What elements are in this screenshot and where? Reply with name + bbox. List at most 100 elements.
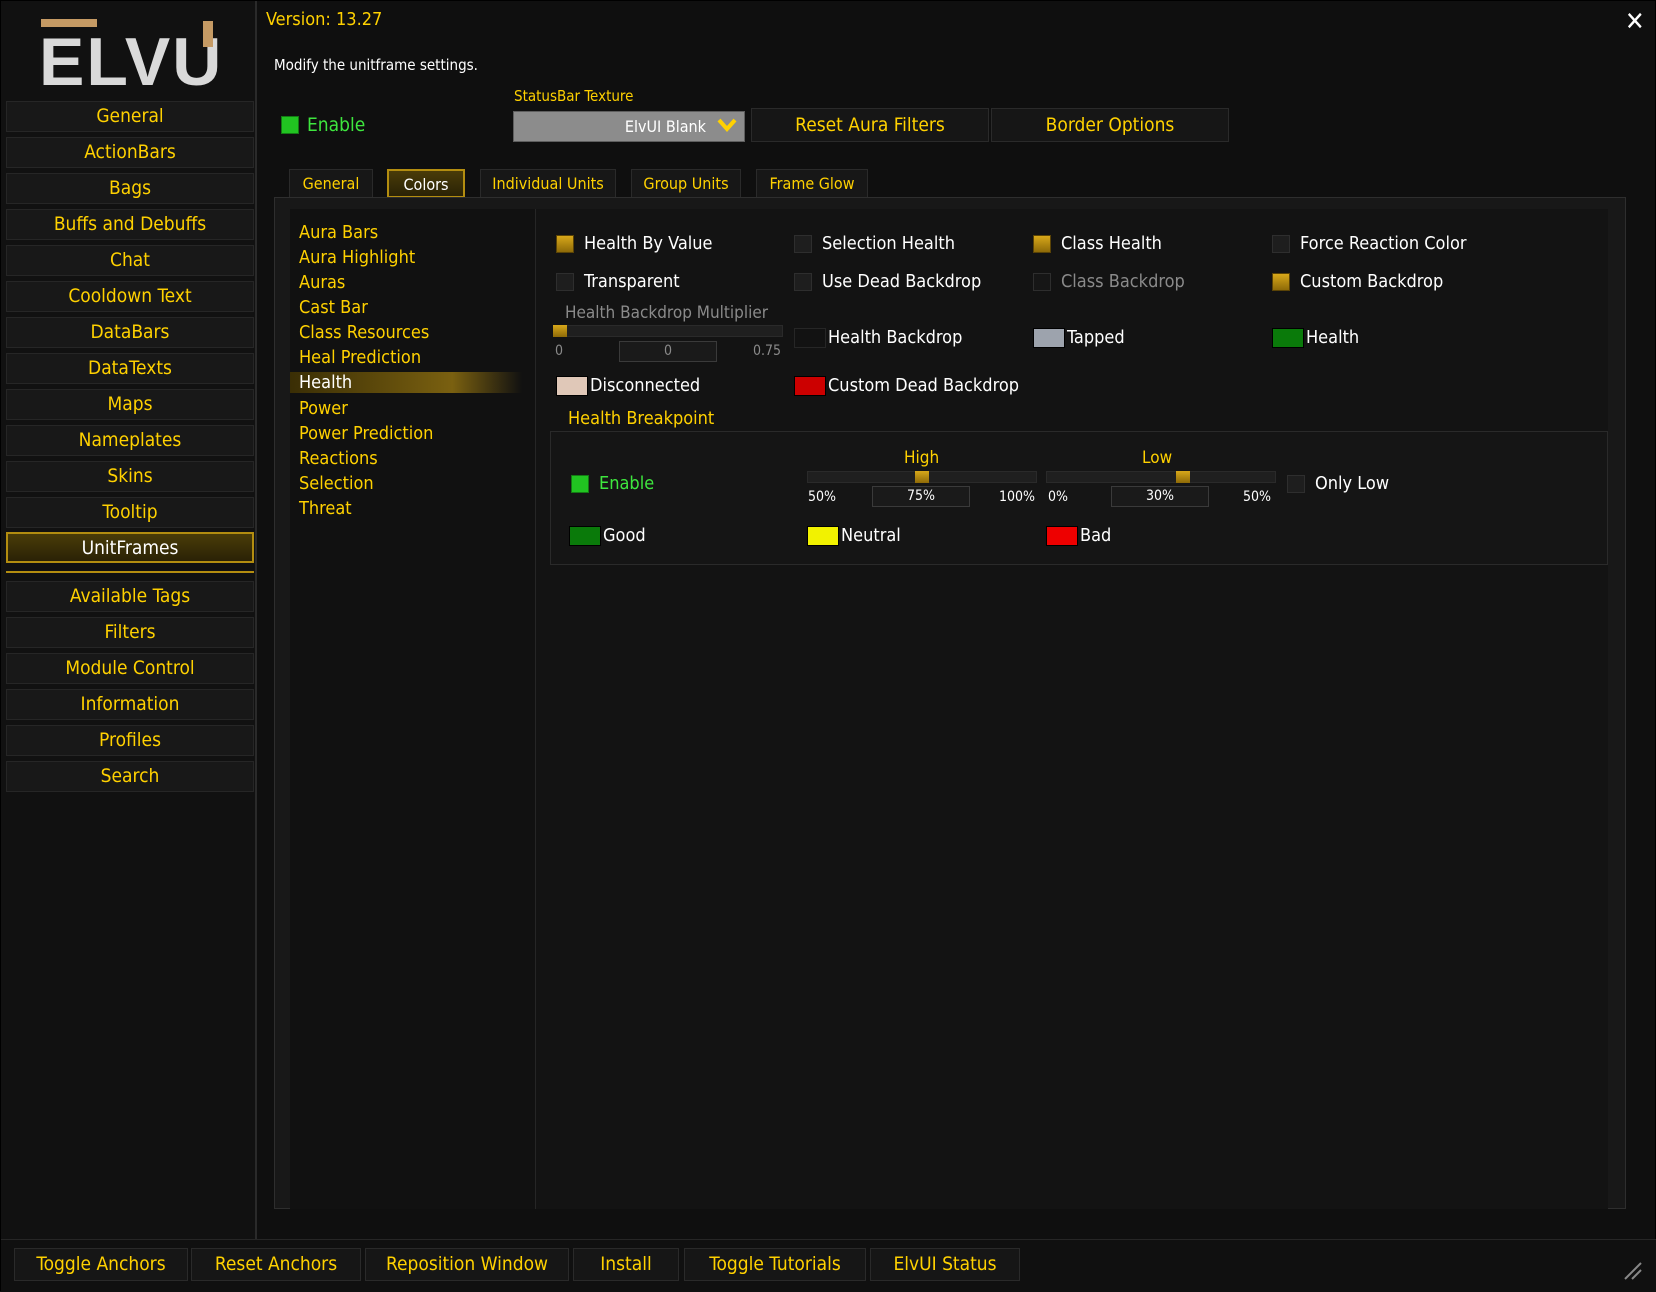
close-icon[interactable]: ✕	[1625, 7, 1645, 37]
breakpoint-enable-toggle[interactable]: Enable	[571, 473, 654, 494]
color-swatch[interactable]	[807, 525, 839, 546]
nav-bags[interactable]: Bags	[6, 173, 254, 204]
nav-unitframes[interactable]: UnitFrames	[6, 532, 254, 563]
transparent-toggle[interactable]: Transparent	[556, 271, 680, 292]
color-swatch[interactable]	[794, 327, 826, 348]
reposition-window-button[interactable]: Reposition Window	[365, 1248, 569, 1281]
subnav-aura-bars[interactable]: Aura Bars	[299, 222, 378, 243]
checkbox[interactable]	[1272, 234, 1290, 253]
checkbox[interactable]	[794, 234, 812, 253]
class-health-toggle[interactable]: Class Health	[1033, 233, 1162, 254]
health-color[interactable]: Health	[1272, 327, 1359, 348]
color-swatch[interactable]	[556, 375, 588, 396]
high-slider-value[interactable]: 75%	[872, 486, 970, 507]
color-swatch[interactable]	[794, 375, 826, 396]
resize-grip-icon[interactable]	[1621, 1259, 1643, 1281]
nav-profiles[interactable]: Profiles	[6, 725, 254, 756]
nav-nameplates[interactable]: Nameplates	[6, 425, 254, 456]
nav-module-control[interactable]: Module Control	[6, 653, 254, 684]
elvui-status-button[interactable]: ElvUI Status	[870, 1248, 1020, 1281]
color-swatch[interactable]	[1272, 327, 1304, 348]
tab-group-units[interactable]: Group Units	[631, 169, 741, 198]
nav-chat[interactable]: Chat	[6, 245, 254, 276]
tab-frame-glow[interactable]: Frame Glow	[756, 169, 868, 198]
custom-backdrop-toggle[interactable]: Custom Backdrop	[1272, 271, 1443, 292]
page-description: Modify the unitframe settings.	[274, 56, 478, 74]
reset-anchors-button[interactable]: Reset Anchors	[191, 1248, 361, 1281]
nav-information[interactable]: Information	[6, 689, 254, 720]
checkbox[interactable]	[1033, 234, 1051, 253]
high-slider-min: 50%	[808, 489, 836, 505]
toggle-anchors-button[interactable]: Toggle Anchors	[14, 1248, 188, 1281]
nav-datatexts[interactable]: DataTexts	[6, 353, 254, 384]
multiplier-slider-track	[553, 325, 783, 337]
nav-filters[interactable]: Filters	[6, 617, 254, 648]
statusbar-texture-value: ElvUI Blank	[624, 117, 706, 136]
color-swatch[interactable]	[1046, 525, 1078, 546]
low-slider-thumb[interactable]	[1175, 471, 1190, 483]
health-backdrop-multiplier-label: Health Backdrop Multiplier	[565, 303, 769, 323]
tab-individual-units[interactable]: Individual Units	[480, 169, 616, 198]
checkbox[interactable]	[556, 234, 574, 253]
subnav-power-prediction[interactable]: Power Prediction	[299, 423, 433, 444]
low-slider-label: Low	[1142, 448, 1173, 468]
toggle-tutorials-button[interactable]: Toggle Tutorials	[684, 1248, 866, 1281]
checkbox[interactable]	[794, 272, 812, 291]
subnav-aura-highlight[interactable]: Aura Highlight	[299, 247, 415, 268]
tapped-color[interactable]: Tapped	[1033, 327, 1125, 348]
low-slider-max: 50%	[1243, 489, 1271, 505]
checkbox[interactable]	[1272, 272, 1290, 291]
nav-actionbars[interactable]: ActionBars	[6, 137, 254, 168]
subnav-reactions[interactable]: Reactions	[299, 448, 378, 469]
checkbox[interactable]	[1287, 474, 1305, 493]
color-swatch[interactable]	[1033, 327, 1065, 348]
subnav-health[interactable]: Health	[290, 372, 522, 393]
checkbox[interactable]	[556, 272, 574, 291]
subnav-selection[interactable]: Selection	[299, 473, 374, 494]
nav-databars[interactable]: DataBars	[6, 317, 254, 348]
color-swatch[interactable]	[569, 525, 601, 546]
low-slider-value[interactable]: 30%	[1111, 486, 1209, 507]
subnav-threat[interactable]: Threat	[299, 498, 352, 519]
high-slider-max: 100%	[999, 489, 1036, 505]
high-slider-thumb[interactable]	[915, 471, 929, 483]
subnav-power[interactable]: Power	[299, 398, 348, 419]
low-slider-track[interactable]	[1046, 471, 1276, 483]
health-by-value-toggle[interactable]: Health By Value	[556, 233, 713, 254]
tab-general[interactable]: General	[289, 169, 373, 198]
checkbox[interactable]	[571, 474, 589, 493]
reset-aura-filters-button[interactable]: Reset Aura Filters	[751, 108, 989, 142]
nav-available-tags[interactable]: Available Tags	[6, 581, 254, 612]
logo-text: ELVU	[39, 24, 219, 93]
nav-general[interactable]: General	[6, 101, 254, 132]
use-dead-backdrop-toggle[interactable]: Use Dead Backdrop	[794, 271, 981, 292]
tab-colors[interactable]: Colors	[387, 169, 465, 198]
nav-buffs-and-debuffs[interactable]: Buffs and Debuffs	[6, 209, 254, 240]
selection-health-toggle[interactable]: Selection Health	[794, 233, 955, 254]
subnav-heal-prediction[interactable]: Heal Prediction	[299, 347, 421, 368]
custom-dead-backdrop-color[interactable]: Custom Dead Backdrop	[794, 375, 1019, 396]
nav-cooldown-text[interactable]: Cooldown Text	[6, 281, 254, 312]
only-low-toggle[interactable]: Only Low	[1287, 473, 1389, 494]
install-button[interactable]: Install	[573, 1248, 679, 1281]
nav-search[interactable]: Search	[6, 761, 254, 792]
border-options-button[interactable]: Border Options	[991, 108, 1229, 142]
multiplier-max: 0.75	[753, 343, 782, 359]
unitframes-enable-toggle[interactable]: Enable	[281, 114, 365, 136]
force-reaction-color-toggle[interactable]: Force Reaction Color	[1272, 233, 1467, 254]
disconnected-color[interactable]: Disconnected	[556, 375, 700, 396]
subnav-auras[interactable]: Auras	[299, 272, 345, 293]
nav-tooltip[interactable]: Tooltip	[6, 497, 254, 528]
nav-skins[interactable]: Skins	[6, 461, 254, 492]
health-backdrop-color[interactable]: Health Backdrop	[794, 327, 962, 348]
neutral-color[interactable]: Neutral	[807, 525, 901, 546]
subnav-class-resources[interactable]: Class Resources	[299, 322, 429, 343]
subnav-cast-bar[interactable]: Cast Bar	[299, 297, 368, 318]
bad-color[interactable]: Bad	[1046, 525, 1111, 546]
statusbar-texture-dropdown[interactable]: ElvUI Blank	[513, 111, 745, 142]
health-breakpoint-title: Health Breakpoint	[568, 408, 715, 429]
nav-maps[interactable]: Maps	[6, 389, 254, 420]
elvui-logo: ELVU	[39, 19, 219, 93]
good-color[interactable]: Good	[569, 525, 646, 546]
enable-checkbox[interactable]	[281, 116, 299, 134]
